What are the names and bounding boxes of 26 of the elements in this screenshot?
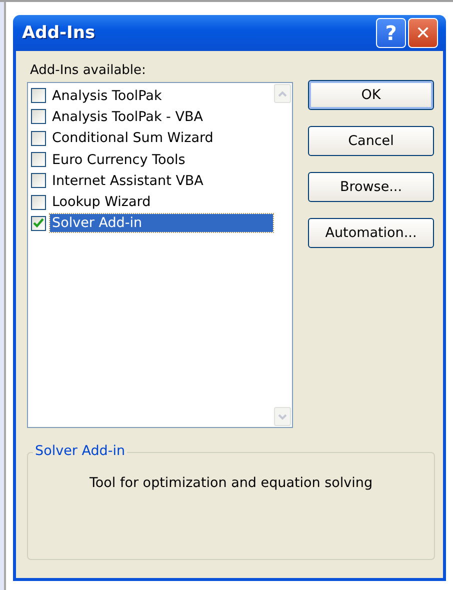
checkmark-icon bbox=[33, 218, 44, 228]
list-item[interactable]: Analysis ToolPak - VBA bbox=[50, 108, 205, 126]
checkbox[interactable] bbox=[31, 88, 46, 104]
list-item[interactable]: Solver Add-in bbox=[50, 214, 273, 232]
list-item[interactable]: Lookup Wizard bbox=[50, 193, 153, 212]
window-title: Add-Ins bbox=[22, 23, 96, 43]
list-item[interactable]: Internet Assistant VBA bbox=[50, 172, 206, 190]
list-item[interactable]: Analysis ToolPak bbox=[50, 86, 164, 105]
list-label: Add-Ins available: bbox=[30, 63, 147, 78]
checkbox[interactable] bbox=[31, 130, 46, 146]
dialog-button[interactable]: Automation... bbox=[308, 218, 434, 248]
checkbox[interactable] bbox=[31, 194, 46, 210]
help-button[interactable]: ? bbox=[376, 18, 406, 48]
chevron-up-icon bbox=[278, 90, 287, 96]
checkbox[interactable] bbox=[31, 173, 46, 188]
dialog-button[interactable]: Cancel bbox=[308, 126, 434, 156]
close-button[interactable]: ✕ bbox=[408, 18, 438, 48]
dialog-button[interactable]: OK bbox=[308, 80, 434, 110]
list-item[interactable]: Euro Currency Tools bbox=[50, 150, 188, 169]
description-text: Tool for optimization and equation solving bbox=[89, 475, 373, 493]
chevron-down-icon bbox=[278, 414, 287, 420]
checkbox[interactable] bbox=[31, 152, 46, 168]
dialog-button[interactable]: Browse... bbox=[308, 172, 434, 202]
checkbox[interactable] bbox=[31, 109, 46, 124]
checkbox[interactable] bbox=[31, 216, 46, 231]
list-item[interactable]: Conditional Sum Wizard bbox=[50, 129, 216, 148]
